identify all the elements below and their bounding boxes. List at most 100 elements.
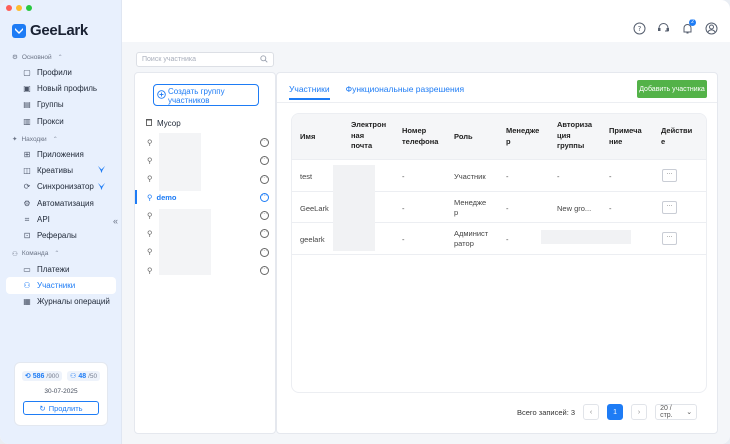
sidebar-item-proxy[interactable]: ▥ Прокси	[0, 113, 122, 129]
sync-icon: ⟳	[23, 182, 31, 192]
proxy-icon: ▥	[23, 116, 31, 126]
chevron-up-icon: ⌃	[52, 136, 58, 143]
more-options-icon[interactable]: ···	[260, 247, 269, 257]
nav-section-team[interactable]: ⚇ Команда ⌃	[0, 247, 122, 261]
col-note: Примеча ние	[609, 126, 642, 146]
maximize-window-button[interactable]	[26, 5, 32, 11]
referral-icon: ⊡	[23, 231, 31, 241]
minimize-window-button[interactable]	[16, 5, 22, 11]
team-section-icon: ⚇	[12, 250, 18, 258]
profiles-icon: ▢	[23, 67, 31, 77]
app-name: GeeLark	[30, 22, 88, 39]
more-options-icon[interactable]: ···	[260, 211, 269, 221]
window-controls	[6, 5, 32, 11]
sidebar-item-payments[interactable]: ▭ Платежи	[0, 261, 122, 277]
next-page-button[interactable]: ›	[631, 404, 648, 420]
group-item[interactable]: ⚲ ···	[135, 170, 277, 188]
trash-icon	[145, 118, 153, 128]
help-icon[interactable]: ?	[633, 22, 646, 35]
sidebar-item-sync[interactable]: ⟳ Синхронизатор	[0, 179, 122, 195]
group-item-demo[interactable]: ⚲ demo ···	[135, 188, 277, 206]
expiry-date: 30-07-2025	[44, 388, 78, 395]
notification-bell-icon[interactable]: 2	[681, 19, 696, 35]
sidebar-item-members[interactable]: ⚇ Участники	[6, 277, 116, 294]
sidebar-item-api[interactable]: ⌗ API	[0, 211, 122, 227]
support-chat-icon[interactable]	[657, 22, 670, 35]
chevron-up-icon: ⌃	[57, 54, 63, 61]
sidebar-item-creatives[interactable]: ◫ Креативы	[0, 162, 122, 178]
user-icon: ⚲	[147, 174, 153, 184]
bird-icon	[97, 165, 106, 176]
api-icon: ⌗	[24, 214, 30, 224]
sidebar-item-groups[interactable]: ▤ Группы	[0, 97, 122, 113]
page-size-select[interactable]: 20 / стр. ⌄	[655, 404, 698, 420]
chevron-up-icon: ⌃	[54, 251, 60, 258]
col-action: Действи е	[661, 126, 693, 146]
nav-section-finds[interactable]: ✦ Находки ⌃	[0, 132, 122, 146]
user-icon: ⚲	[147, 192, 153, 202]
tab-bar: Участники Функциональные разрешения	[289, 84, 464, 100]
profiles-quota-icon: ⟲	[24, 373, 31, 380]
col-group-auth: Авториза ция группы	[557, 120, 593, 150]
automation-icon: ⚙	[23, 198, 31, 208]
more-options-icon[interactable]: ···	[260, 192, 269, 202]
group-item[interactable]: ⚲ ···	[135, 133, 277, 151]
main-section-icon: ⚙	[12, 54, 18, 61]
redacted-area	[333, 165, 375, 251]
more-options-icon[interactable]: ···	[260, 138, 269, 147]
apps-icon: ⊞	[23, 149, 31, 159]
group-item[interactable]: ⚲ ···	[135, 151, 277, 169]
logs-icon: ▦	[23, 297, 31, 307]
app-logo: GeeLark	[12, 22, 88, 39]
sidebar-item-apps[interactable]: ⊞ Приложения	[0, 146, 122, 162]
tab-members[interactable]: Участники	[289, 84, 330, 100]
app-window: GeeLark ⚙ Основной ⌃ ▢ Профили ▣ Новый п…	[0, 0, 730, 444]
col-email: Электрон ная почта	[351, 120, 387, 150]
user-avatar-icon[interactable]	[705, 22, 718, 35]
redacted-area	[159, 209, 211, 275]
payments-icon: ▭	[23, 264, 31, 274]
redacted-area	[159, 133, 201, 191]
sidebar-item-referrals[interactable]: ⊡ Рефералы	[0, 228, 122, 244]
create-member-group-button[interactable]: Создать группу участников	[153, 84, 259, 106]
members-quota-icon: ⚇	[70, 373, 77, 380]
renew-button[interactable]: ↻ Продлить	[23, 401, 99, 415]
page-button-current[interactable]: 1	[607, 404, 624, 420]
close-window-button[interactable]	[6, 5, 12, 11]
row-actions-button[interactable]: ···	[662, 169, 677, 182]
subscription-card: ⟲ 586/900 ⚇ 48/50 30-07-2025 ↻ Продлить	[14, 362, 108, 426]
sidebar-item-new-profile[interactable]: ▣ Новый профиль	[0, 80, 122, 96]
geelark-logo-icon	[12, 23, 26, 38]
prev-page-button[interactable]: ‹	[583, 404, 600, 420]
sidebar-item-profiles[interactable]: ▢ Профили	[0, 64, 122, 80]
col-phone: Номер телефона	[402, 126, 439, 146]
search-icon	[260, 54, 268, 65]
more-options-icon[interactable]: ···	[260, 174, 269, 184]
user-icon: ⚲	[147, 265, 153, 275]
sidebar-item-automation[interactable]: ⚙ Автоматизация	[0, 195, 122, 211]
more-options-icon[interactable]: ···	[260, 266, 269, 276]
user-icon: ⚲	[147, 229, 153, 239]
user-icon: ⚲	[147, 137, 153, 147]
bird-icon	[97, 182, 106, 193]
collapse-sidebar-icon[interactable]: «	[113, 216, 118, 226]
finds-section-icon: ✦	[12, 136, 18, 144]
chevron-down-icon: ⌄	[686, 409, 693, 416]
sidebar-item-logs[interactable]: ▦ Журналы операций	[0, 294, 122, 310]
row-actions-button[interactable]: ···	[662, 200, 677, 214]
renew-icon: ↻	[39, 403, 46, 413]
more-options-icon[interactable]: ···	[260, 156, 269, 166]
add-member-button[interactable]: Добавить участника	[637, 80, 707, 98]
member-search-input[interactable]: Поиск участника	[136, 52, 274, 67]
tab-permissions[interactable]: Функциональные разрешения	[346, 84, 464, 100]
groups-icon: ▤	[23, 100, 31, 110]
quota-row: ⟲ 586/900 ⚇ 48/50	[15, 371, 107, 381]
trash-group[interactable]: Мусор	[145, 118, 181, 128]
redacted-area	[541, 230, 631, 244]
more-options-icon[interactable]: ···	[260, 229, 269, 239]
row-actions-button[interactable]: ···	[662, 232, 677, 246]
new-profile-icon: ▣	[23, 83, 31, 93]
nav-section-main[interactable]: ⚙ Основной ⌃	[0, 50, 122, 64]
table-header: Имя Электрон ная почта Номер телефона Ро…	[292, 114, 706, 160]
user-icon: ⚲	[147, 155, 153, 165]
